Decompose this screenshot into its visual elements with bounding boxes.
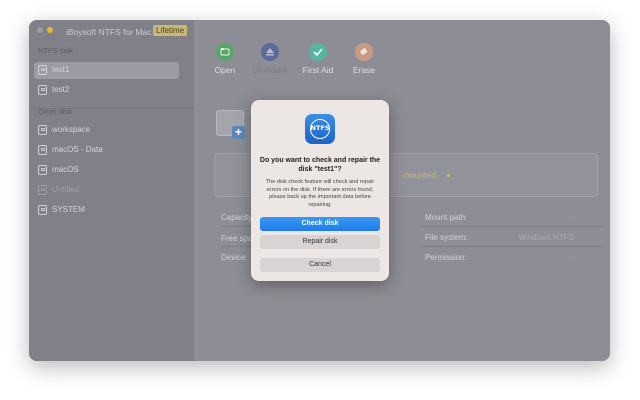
check-disk-button[interactable]: Check disk [260,217,380,231]
row-divider [221,246,251,247]
cancel-button[interactable]: Cancel [260,258,380,272]
erase-label: Erase [352,65,376,75]
section-ntfs-disk: NTFS disk [38,46,74,55]
file-system-label: File system: [425,233,468,242]
erase-button[interactable]: Erase [339,43,389,83]
sidebar-item-label: SYSTEM [52,205,85,214]
dialog-message: The disk check feature will check and re… [265,179,375,208]
app-title: iBoysoft NTFS for Mac [66,27,152,37]
row-divider [221,226,251,227]
windows-logo-icon: + [232,126,245,139]
logo-text: NTFS [310,124,330,132]
status-dot-icon [447,174,450,177]
minimize-window-button[interactable] [47,27,53,33]
sidebar-item-untitled[interactable]: Untitled [34,182,179,199]
license-badge: Lifetime [153,25,188,36]
capacity-label: Capacity: [221,213,255,222]
first-aid-label: First Aid [302,65,334,75]
checkmark-icon [309,43,327,61]
repair-disk-button[interactable]: Repair disk [260,235,380,249]
sidebar-item-workspace[interactable]: workspace [34,122,179,139]
eraser-icon [355,43,373,61]
sidebar-item-macos-data[interactable]: macOS - Data [34,142,179,159]
file-system-value: Windows NTFS [518,233,574,242]
dialog-title: Do you want to check and repair the disk… [259,157,381,173]
sidebar-item-system[interactable]: SYSTEM [34,202,179,219]
open-button[interactable]: Open [200,43,250,83]
sidebar-item-label: test2 [52,85,70,94]
folder-icon [216,43,234,61]
disk-icon [38,165,47,175]
disk-icon [38,145,47,155]
sidebar-item-test2[interactable]: test2 [34,82,179,99]
disk-icon [38,185,47,195]
sidebar-item-label: Untitled [52,185,80,194]
sidebar-item-macos[interactable]: macOS [34,162,179,179]
disk-icon [38,65,47,75]
sidebar-item-label: workspace [52,125,91,134]
eject-icon [261,43,279,61]
disk-icon [38,125,47,135]
sidebar: iBoysoft NTFS for Mac Lifetime NTFS disk… [29,20,194,361]
unmount-button[interactable]: Unmount [245,43,295,83]
mount-path-value: - [571,213,574,222]
mount-status: mounted [403,170,437,180]
row-divider [418,226,606,227]
disk-icon [38,205,47,215]
permission-value: - [571,253,574,262]
ntfs-app-icon: NTFS [305,114,335,144]
section-other-disk: Other disk [38,107,73,116]
free-space-label: Free spa [221,234,253,243]
device-label: Device: [221,253,248,262]
row-divider [418,246,606,247]
close-window-button[interactable] [37,27,43,33]
open-label: Open [214,65,236,75]
sidebar-item-label: test1 [52,65,70,74]
disk-icon [38,85,47,95]
sidebar-item-label: macOS [52,165,79,174]
unmount-label: Unmount [252,65,288,75]
permission-label: Permission: [425,253,467,262]
mount-path-label: Mount path: [425,213,468,222]
sidebar-item-label: macOS - Data [52,145,103,154]
check-repair-dialog: NTFS Do you want to check and repair the… [251,100,389,281]
first-aid-button[interactable]: First Aid [293,43,343,83]
sidebar-item-test1[interactable]: test1 [34,62,179,79]
